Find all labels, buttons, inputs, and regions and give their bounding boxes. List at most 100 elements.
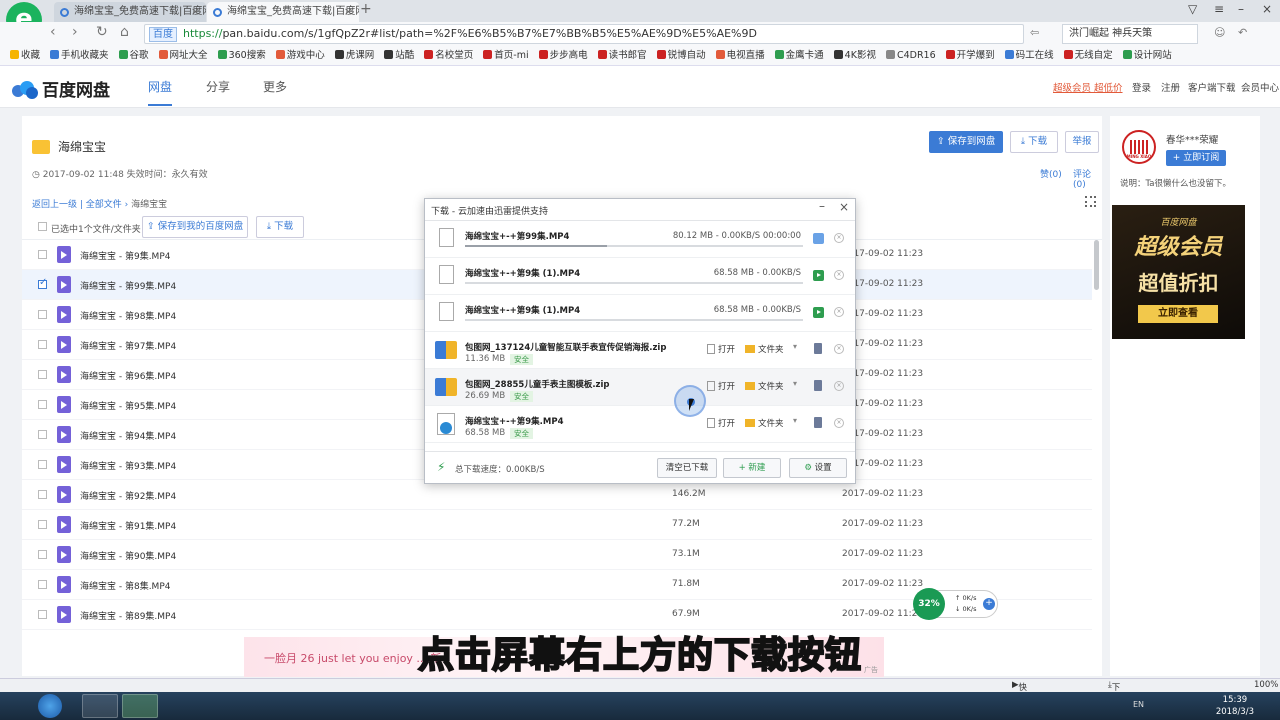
delete-icon[interactable]: ×	[834, 233, 844, 243]
share-arrow-icon[interactable]: ⇦	[1030, 26, 1039, 39]
bookmark-item[interactable]: 虎课网	[334, 46, 374, 65]
back-icon[interactable]: ‹	[50, 24, 56, 40]
file-name[interactable]: 海绵宝宝 - 第97集.MP4	[80, 339, 176, 352]
dialog-minimize-icon[interactable]: –	[819, 199, 825, 213]
undo-icon[interactable]: ↶	[1238, 26, 1247, 39]
taskbar-app-360-browser-icon[interactable]	[122, 694, 158, 718]
quick-cut-link[interactable]: ▶ 快剪辑	[1012, 680, 1027, 717]
start-button-icon[interactable]	[38, 694, 62, 718]
delete-icon[interactable]: ×	[834, 418, 844, 428]
bookmark-item[interactable]: 谷歌	[118, 46, 149, 65]
grid-view-icon[interactable]	[1085, 196, 1096, 207]
search-input[interactable]: 洪门崛起 神兵天策	[1062, 24, 1198, 44]
bookmark-item[interactable]: 无线自定	[1063, 46, 1113, 65]
chevron-down-icon[interactable]: ▾	[793, 342, 797, 351]
avatar[interactable]: MING XIAO	[1122, 130, 1156, 164]
taskbar-clock[interactable]: 15:39 2018/3/3	[1216, 694, 1254, 718]
browser-tab-1[interactable]: 海绵宝宝_免费高速下载|百度网盘×	[54, 2, 206, 22]
ad-view-button[interactable]: 立即查看	[1138, 305, 1218, 323]
status-download-link[interactable]: ⤓ 下载	[1108, 680, 1120, 705]
bookmark-item[interactable]: 码工在线	[1004, 46, 1054, 65]
menu-icon[interactable]: ≡	[1214, 2, 1224, 16]
file-name[interactable]: 海绵宝宝 - 第98集.MP4	[80, 309, 176, 322]
bookmark-item[interactable]: 步步高电	[538, 46, 588, 65]
file-name[interactable]: 海绵宝宝 - 第96集.MP4	[80, 369, 176, 382]
open-folder-button[interactable]: 文件夹	[745, 343, 784, 355]
download-item[interactable]: 包图网_137124儿童智能互联手表宣传促销海报.zip 11.36 MB 安全 打开…	[425, 332, 855, 369]
client-download-link[interactable]: 客户端下载	[1188, 80, 1236, 94]
bookmark-item[interactable]: C4DR16	[885, 46, 936, 65]
open-file-button[interactable]: 打开	[707, 343, 735, 355]
bookmark-item[interactable]: 开学爆到	[945, 46, 995, 65]
row-checkbox[interactable]	[38, 310, 47, 319]
file-name[interactable]: 海绵宝宝 - 第94集.MP4	[80, 429, 176, 442]
scrollbar[interactable]	[1094, 240, 1099, 290]
input-language[interactable]: EN	[1133, 700, 1144, 709]
save-to-netdisk-button[interactable]: ⇪ 保存到网盘	[929, 131, 1003, 153]
delete-icon[interactable]: ×	[834, 270, 844, 280]
bookmark-item[interactable]: 游戏中心	[275, 46, 325, 65]
row-checkbox[interactable]	[38, 490, 47, 499]
send-to-phone-icon[interactable]	[814, 380, 822, 391]
comments-link[interactable]: 评论(0)	[1073, 167, 1102, 190]
file-name[interactable]: 海绵宝宝 - 第89集.MP4	[80, 609, 176, 622]
home-icon[interactable]: ⌂	[120, 24, 129, 40]
table-row[interactable]: 海绵宝宝 - 第90集.MP4 73.1M 2017-09-02 11:23	[22, 540, 1092, 570]
clear-downloaded-button[interactable]: 清空已下载	[657, 458, 717, 478]
download-button[interactable]: ⤓ 下载	[1010, 131, 1058, 153]
speed-widget[interactable]: 32% ↑ 0K/s ↓ 0K/s +	[913, 588, 998, 620]
file-name[interactable]: 海绵宝宝 - 第8集.MP4	[80, 579, 170, 592]
register-link[interactable]: 注册	[1161, 80, 1180, 94]
close-window-icon[interactable]: ×	[1262, 2, 1272, 16]
bookmark-item[interactable]: 网址大全	[158, 46, 208, 65]
user-icon[interactable]: ☺	[1214, 26, 1225, 39]
member-center-link[interactable]: 会员中心	[1241, 80, 1279, 94]
file-name[interactable]: 海绵宝宝 - 第99集.MP4	[80, 279, 176, 292]
open-folder-button[interactable]: 文件夹	[745, 417, 784, 429]
toolbar-download-button[interactable]: ⤓ 下载	[256, 216, 304, 238]
bookmark-item[interactable]: 电视直播	[715, 46, 765, 65]
taskbar-app-recorder-icon[interactable]	[82, 694, 118, 718]
download-item[interactable]: 海绵宝宝+-+第9集 (1).MP4 68.58 MB - 0.00KB/S ×	[425, 258, 855, 295]
row-checkbox[interactable]	[38, 250, 47, 259]
file-name[interactable]: 海绵宝宝 - 第90集.MP4	[80, 549, 176, 562]
minimize-icon[interactable]: –	[1238, 2, 1244, 16]
dialog-close-icon[interactable]: ×	[839, 200, 849, 214]
file-name[interactable]: 海绵宝宝 - 第91集.MP4	[80, 519, 176, 532]
delete-icon[interactable]: ×	[834, 344, 844, 354]
close-tab-icon[interactable]: ×	[344, 2, 353, 22]
bookmark-item[interactable]: 锐博自动	[656, 46, 706, 65]
bookmark-item[interactable]: 站酷	[384, 46, 414, 65]
open-file-button[interactable]: 打开	[707, 380, 735, 392]
pause-icon[interactable]	[813, 233, 824, 244]
download-item[interactable]: 海绵宝宝+-+第9集 (1).MP4 68.58 MB - 0.00KB/S ×	[425, 295, 855, 332]
row-checkbox[interactable]	[38, 400, 47, 409]
download-item[interactable]: 包图网_28855儿童手表主图模板.zip 26.69 MB 安全 打开 文件夹 ▾ ×	[425, 369, 855, 406]
close-tab-icon[interactable]: ×	[191, 2, 200, 22]
play-icon[interactable]	[813, 307, 824, 318]
chevron-down-icon[interactable]: ▾	[793, 416, 797, 425]
zoom-level[interactable]: 100%	[1254, 680, 1278, 690]
bookmark-item[interactable]: 4K影视	[833, 46, 876, 65]
nav-share[interactable]: 分享	[206, 78, 230, 95]
download-item[interactable]: 海绵宝宝+-+第99集.MP4 80.12 MB - 0.00KB/S 00:00…	[425, 221, 855, 258]
row-checkbox[interactable]	[38, 430, 47, 439]
bookmark-item[interactable]: 设计网站	[1122, 46, 1172, 65]
bookmark-item[interactable]: 读书郎官	[597, 46, 647, 65]
breadcrumb-back[interactable]: 返回上一级	[32, 200, 77, 210]
plus-icon[interactable]: +	[983, 598, 995, 610]
settings-button[interactable]: ⚙ 设置	[789, 458, 847, 478]
save-to-my-pan-button[interactable]: ⇪ 保存到我的百度网盘	[142, 216, 248, 238]
new-tab-icon[interactable]: +	[360, 1, 372, 17]
row-checkbox[interactable]	[38, 340, 47, 349]
user-name[interactable]: 春华***荣耀	[1166, 132, 1218, 146]
breadcrumb-all[interactable]: 全部文件	[86, 200, 122, 210]
refresh-icon[interactable]: ↻	[96, 24, 108, 40]
select-all-checkbox[interactable]	[38, 222, 47, 231]
bookmark-item[interactable]: 收藏	[10, 46, 40, 65]
play-icon[interactable]	[813, 270, 824, 281]
login-link[interactable]: 登录	[1132, 80, 1151, 94]
subscribe-button[interactable]: + 立即订阅	[1166, 150, 1226, 166]
send-to-phone-icon[interactable]	[814, 343, 822, 354]
file-name[interactable]: 海绵宝宝 - 第9集.MP4	[80, 249, 170, 262]
